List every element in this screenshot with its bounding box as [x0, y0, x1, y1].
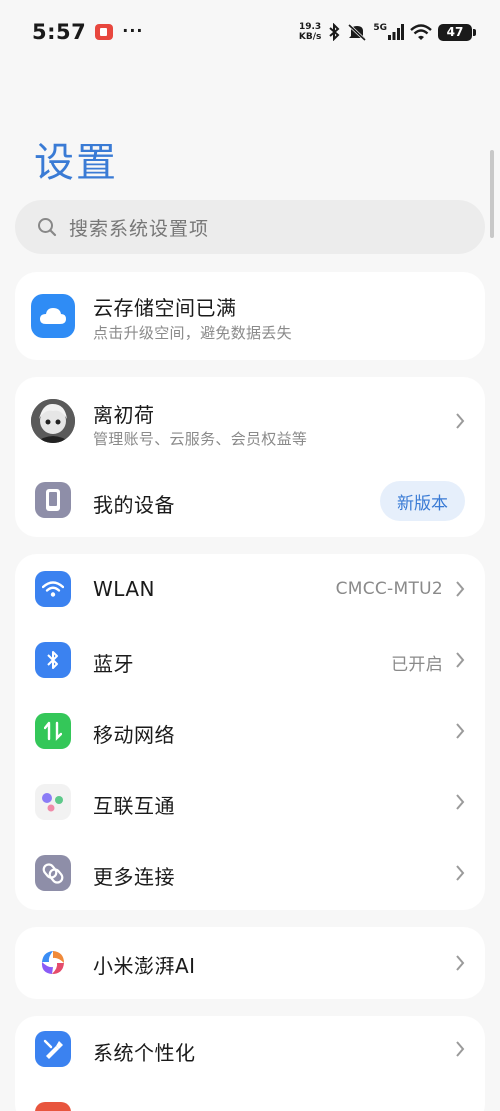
personalization-row[interactable]: 系统个性化 [15, 1016, 485, 1082]
interconnect-label: 互联互通 [93, 794, 175, 818]
chevron-right-icon [455, 581, 465, 597]
personalize-icon [35, 1031, 71, 1067]
personalization-label: 系统个性化 [93, 1041, 196, 1065]
interconnect-row[interactable]: 互联互通 [15, 767, 485, 838]
wlan-row[interactable]: WLAN CMCC-MTU2 [15, 554, 485, 625]
status-bar: 5:57 ··· 19.3 KB/s 5G 47 [0, 0, 500, 64]
bluetooth-icon [35, 642, 71, 678]
network-speed-value: 19.3 [298, 22, 322, 32]
bluetooth-value: 已开启 [391, 655, 443, 675]
status-right: 19.3 KB/s 5G 47 [299, 22, 476, 42]
mobile-network-label: 移动网络 [93, 723, 175, 747]
cloud-storage-card[interactable]: 云存储空间已满 点击升级空间，避免数据丢失 [15, 272, 485, 360]
chevron-right-icon [455, 865, 465, 881]
hyper-ai-label: 小米澎湃AI [93, 954, 196, 978]
bluetooth-row[interactable]: 蓝牙 已开启 [15, 625, 485, 696]
chevron-right-icon [455, 413, 465, 429]
screen-record-icon [95, 24, 114, 40]
network-speed-unit: KB/s [298, 32, 322, 42]
my-device-label: 我的设备 [93, 493, 175, 517]
account-subtitle: 管理账号、云服务、会员权益等 [93, 430, 308, 448]
device-icon [35, 482, 71, 518]
more-connections-label: 更多连接 [93, 865, 175, 889]
scrollbar[interactable] [490, 150, 494, 238]
account-card: 离初荷 管理账号、云服务、会员权益等 我的设备 新版本 [15, 377, 485, 537]
personalization-card: 系统个性化 [15, 1016, 485, 1111]
chevron-right-icon [455, 1041, 465, 1057]
wifi-status-icon [410, 23, 432, 41]
my-device-row[interactable]: 我的设备 新版本 [15, 465, 485, 537]
connectivity-card: WLAN CMCC-MTU2 蓝牙 已开启 移动网络 互联互通 更多连接 [15, 554, 485, 910]
chevron-right-icon [455, 723, 465, 739]
next-item-icon [35, 1102, 71, 1111]
hyper-ai-card[interactable]: 小米澎湃AI [15, 927, 485, 999]
cloud-storage-subtitle: 点击升级空间，避免数据丢失 [93, 324, 292, 342]
chevron-right-icon [455, 652, 465, 668]
account-row[interactable]: 离初荷 管理账号、云服务、会员权益等 [15, 377, 485, 465]
link-icon [35, 855, 71, 891]
new-version-badge[interactable]: 新版本 [380, 481, 465, 521]
mute-icon [347, 23, 367, 41]
hyper-ai-icon [35, 945, 71, 981]
more-connections-row[interactable]: 更多连接 [15, 838, 485, 909]
bluetooth-label: 蓝牙 [93, 652, 134, 676]
wlan-label: WLAN [93, 577, 156, 601]
account-name: 离初荷 [93, 403, 155, 427]
status-left: 5:57 ··· [32, 20, 143, 44]
wifi-icon [35, 571, 71, 607]
mobile-network-row[interactable]: 移动网络 [15, 696, 485, 767]
battery-icon: 47 [438, 23, 476, 41]
mobile-data-icon [35, 713, 71, 749]
signal-label: 5G [373, 23, 387, 33]
cellular-signal-icon: 5G [373, 23, 404, 40]
network-speed: 19.3 KB/s [299, 22, 321, 42]
chevron-right-icon [455, 794, 465, 810]
cloud-storage-title: 云存储空间已满 [93, 296, 237, 320]
interconnect-icon [35, 784, 71, 820]
cloud-icon [31, 294, 75, 338]
page-title: 设置 [34, 140, 118, 186]
bluetooth-status-icon [327, 23, 341, 41]
search-icon [37, 217, 57, 237]
avatar [31, 399, 75, 443]
more-notifications-icon: ··· [122, 20, 144, 40]
wlan-value: CMCC-MTU2 [335, 579, 443, 599]
status-time: 5:57 [32, 20, 87, 44]
search-input[interactable]: 搜索系统设置项 [15, 200, 485, 254]
chevron-right-icon [455, 955, 465, 971]
search-placeholder: 搜索系统设置项 [69, 217, 210, 240]
